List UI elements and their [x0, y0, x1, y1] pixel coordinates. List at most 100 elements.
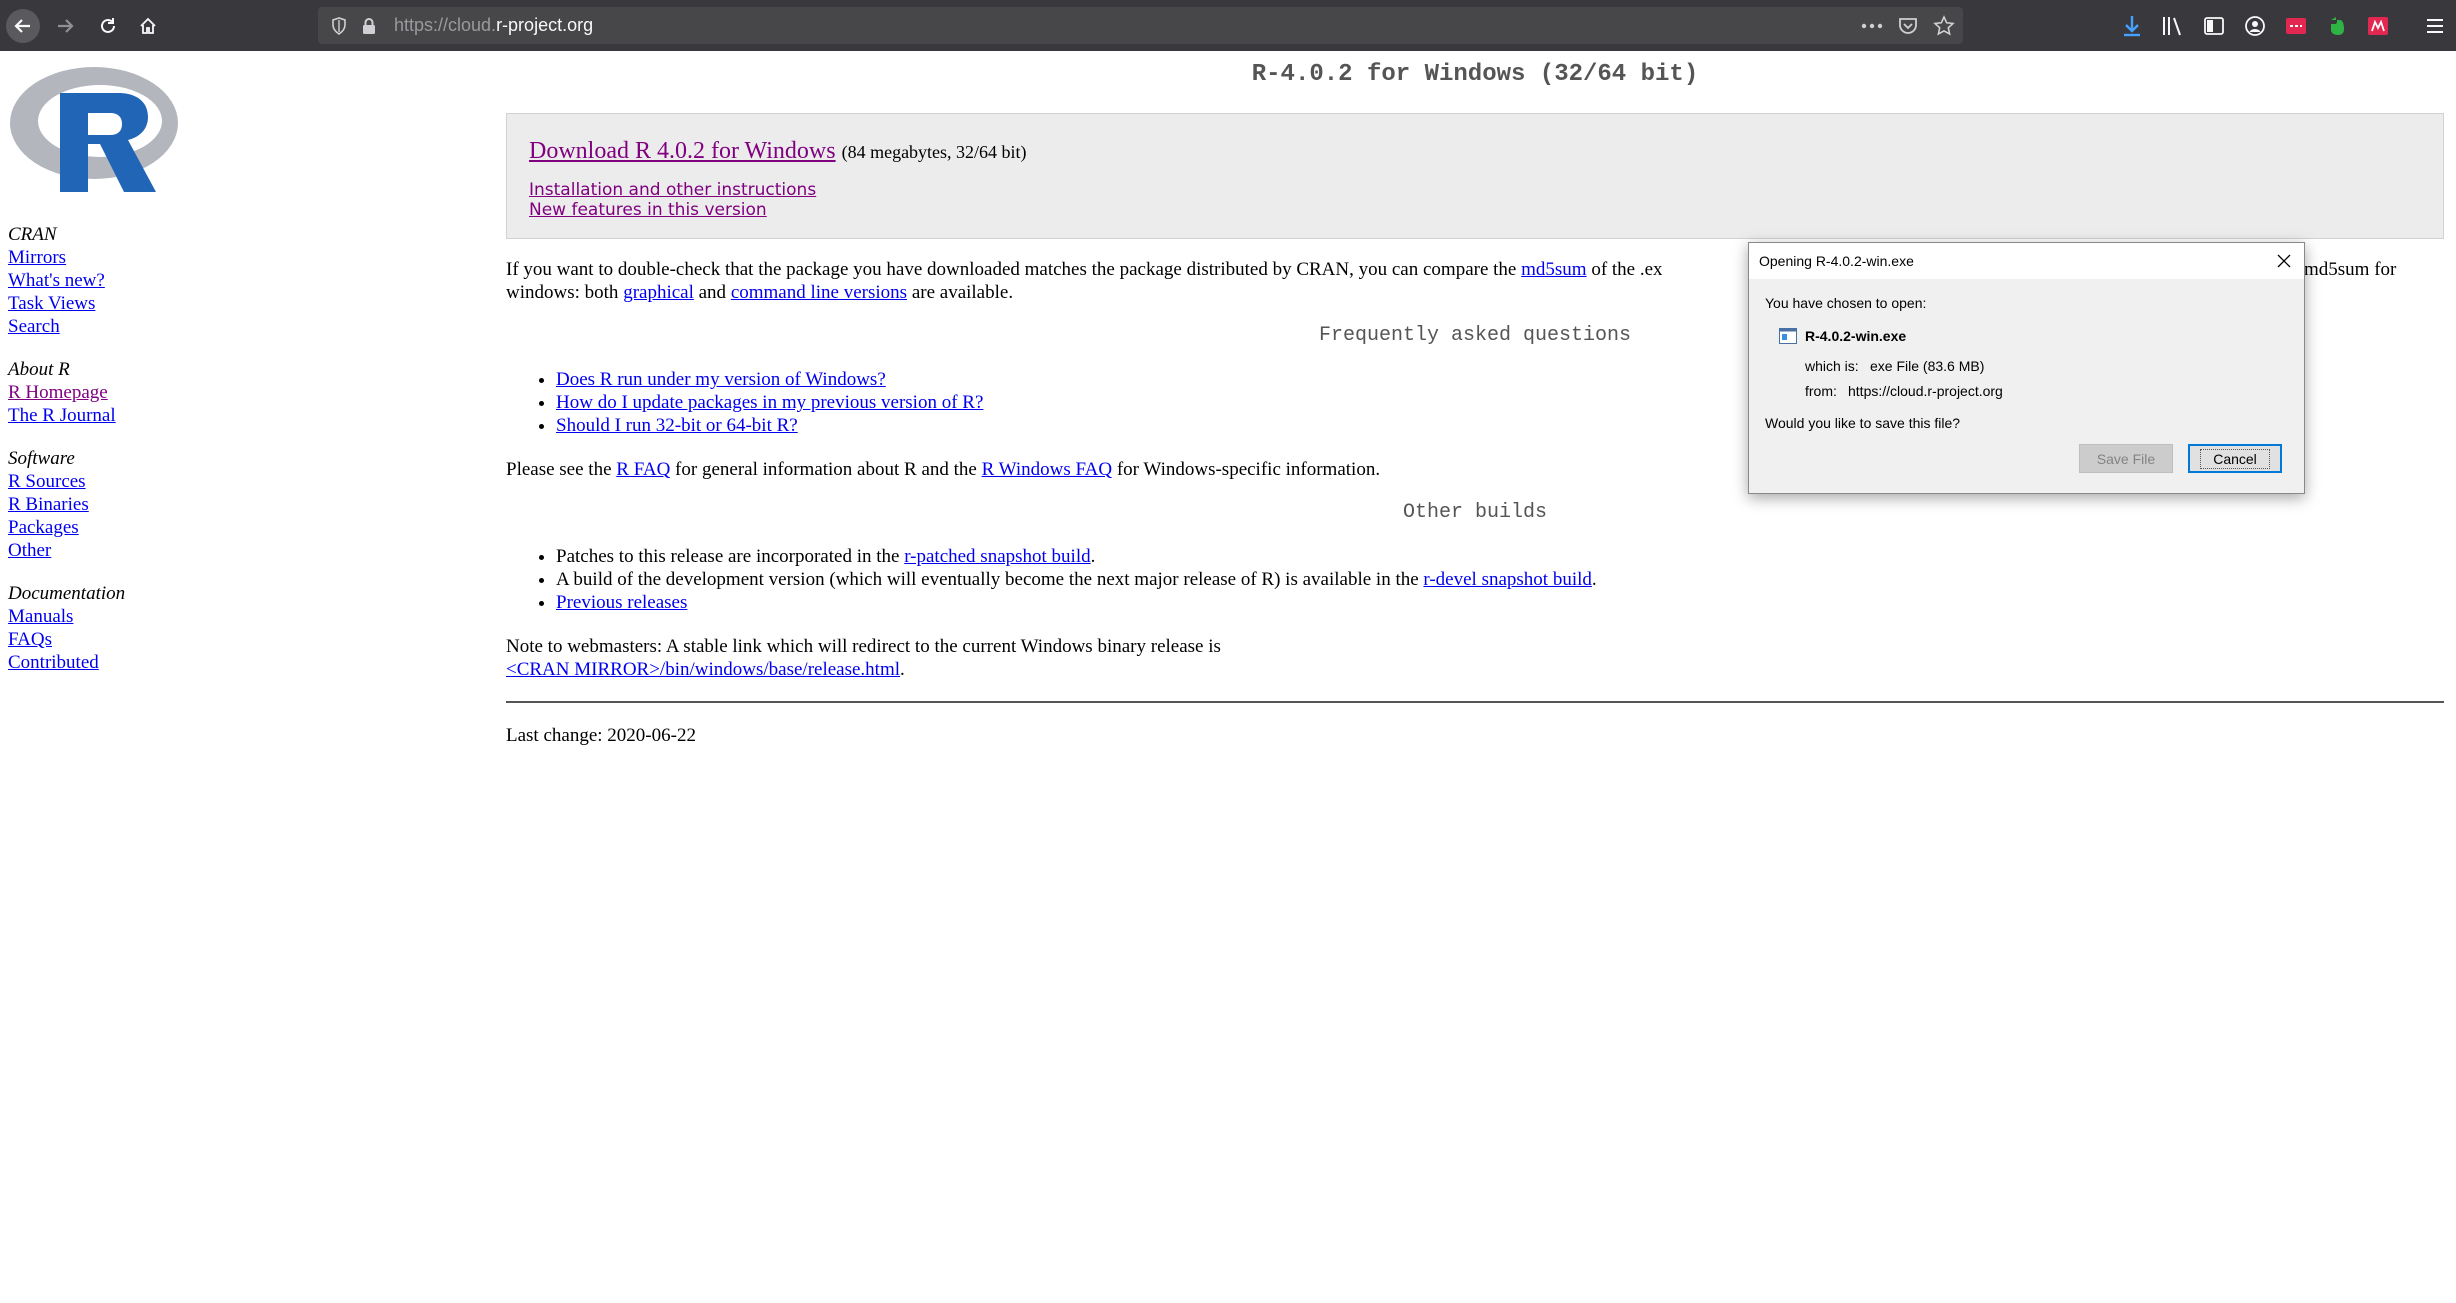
sidebar: CRAN Mirrors What's new? Task Views Sear… [8, 223, 308, 694]
patches-end: . [1090, 546, 1096, 567]
sidebar-link-manuals[interactable]: Manuals [8, 605, 308, 628]
md5-and-text: and [693, 282, 731, 303]
sidebar-link-r-homepage[interactable]: R Homepage [8, 381, 308, 404]
which-is-label: which is: [1805, 358, 1859, 374]
faq-para-text: Please see the [506, 459, 617, 480]
faq-para-text-2: for general information about R and the [670, 459, 982, 480]
sidebar-link-r-sources[interactable]: R Sources [8, 470, 308, 493]
md5-text-line2: windows: both [506, 282, 624, 303]
home-button[interactable] [132, 10, 164, 42]
install-instructions-link[interactable]: Installation and other instructions [529, 180, 816, 200]
page-title: R-4.0.2 for Windows (32/64 bit) [1251, 61, 1699, 88]
sidebar-link-packages[interactable]: Packages [8, 516, 308, 539]
sidebar-heading: CRAN [8, 224, 57, 245]
save-file-button[interactable]: Save File [2079, 444, 2173, 473]
r-devel-link[interactable]: r-devel snapshot build [1423, 569, 1591, 590]
chosen-label: You have chosen to open: [1765, 295, 1927, 311]
md5-text-right: md5sum for [2304, 259, 2397, 280]
md5-available-text: are available. [907, 282, 1014, 303]
dialog-filename: R-4.0.2-win.exe [1805, 328, 1907, 344]
sidebar-group-software: Software R Sources R Binaries Packages O… [8, 447, 308, 562]
reload-button[interactable] [92, 10, 124, 42]
graphical-link[interactable]: graphical [623, 282, 694, 303]
command-line-versions-link[interactable]: command line versions [731, 282, 907, 303]
mendeley-icon[interactable] [2365, 13, 2391, 39]
sidebar-link-other[interactable]: Other [8, 539, 308, 562]
md5-text: If you want to double-check that the pac… [506, 259, 1522, 280]
faq-link-update-packages[interactable]: How do I update packages in my previous … [556, 392, 983, 413]
download-link[interactable]: Download R 4.0.2 for Windows [529, 138, 836, 164]
previous-releases-link[interactable]: Previous releases [556, 592, 687, 613]
list-item: Patches to this release are incorporated… [556, 545, 1597, 568]
webmaster-end: . [900, 659, 905, 680]
last-change: Last change: 2020-06-22 [506, 725, 696, 746]
sidebar-link-r-binaries[interactable]: R Binaries [8, 493, 308, 516]
faq-para-text-3: for Windows-specific information. [1112, 459, 1381, 480]
web-page: CRAN Mirrors What's new? Task Views Sear… [0, 51, 2456, 1303]
r-patched-link[interactable]: r-patched snapshot build [904, 546, 1090, 567]
exe-file-icon [1779, 328, 1797, 344]
from-label: from: [1805, 383, 1837, 399]
webmaster-note: Note to webmasters: A stable link which … [506, 635, 2426, 681]
cancel-button-label: Cancel [2200, 448, 2270, 469]
library-icon[interactable] [2160, 13, 2186, 39]
menu-hamburger-icon[interactable] [2422, 13, 2448, 39]
list-item: Should I run 32-bit or 64-bit R? [556, 414, 983, 437]
extension-red-icon[interactable] [2283, 13, 2309, 39]
sidebar-link-r-journal[interactable]: The R Journal [8, 404, 308, 427]
account-icon[interactable] [2242, 13, 2268, 39]
list-item: How do I update packages in my previous … [556, 391, 983, 414]
download-box: Download R 4.0.2 for Windows (84 megabyt… [506, 113, 2444, 239]
reload-icon [101, 18, 115, 33]
pocket-icon[interactable] [1897, 15, 1919, 37]
sidebar-toggle-icon[interactable] [2201, 13, 2227, 39]
list-item: A build of the development version (whic… [556, 568, 1597, 591]
sidebar-link-search[interactable]: Search [8, 315, 308, 338]
url-bar[interactable]: https://cloud.r-project.org [318, 7, 1963, 44]
other-builds-list: Patches to this release are incorporated… [506, 545, 1597, 614]
sidebar-link-whats-new[interactable]: What's new? [8, 269, 308, 292]
page-actions-icon[interactable] [1861, 15, 1883, 37]
home-icon [140, 17, 156, 34]
evernote-icon[interactable] [2324, 13, 2350, 39]
forward-arrow-icon [58, 19, 74, 33]
sidebar-link-contributed[interactable]: Contributed [8, 651, 308, 674]
sidebar-link-mirrors[interactable]: Mirrors [8, 246, 308, 269]
dialog-titlebar[interactable]: Opening R-4.0.2-win.exe [1749, 243, 2304, 279]
sidebar-group-documentation: Documentation Manuals FAQs Contributed [8, 582, 308, 674]
forward-button[interactable] [49, 10, 81, 42]
which-is-value: exe File (83.6 MB) [1870, 358, 1985, 374]
cancel-button[interactable]: Cancel [2188, 444, 2282, 473]
release-link[interactable]: <CRAN MIRROR>/bin/windows/base/release.h… [506, 659, 900, 680]
back-button[interactable] [6, 9, 40, 43]
sidebar-heading: Software [8, 448, 75, 469]
divider [506, 701, 2444, 703]
r-windows-faq-link[interactable]: R Windows FAQ [982, 459, 1113, 480]
downloads-icon[interactable] [2119, 13, 2145, 39]
list-item: Does R run under my version of Windows? [556, 368, 983, 391]
lock-icon[interactable] [358, 15, 380, 37]
r-faq-link[interactable]: R FAQ [616, 459, 670, 480]
download-line: Download R 4.0.2 for Windows (84 megabyt… [529, 138, 1027, 165]
download-dialog: Opening R-4.0.2-win.exe You have chosen … [1748, 242, 2305, 494]
browser-toolbar: https://cloud.r-project.org [0, 0, 2456, 51]
tracking-shield-icon[interactable] [328, 15, 350, 37]
sidebar-link-task-views[interactable]: Task Views [8, 292, 308, 315]
list-item: Previous releases [556, 591, 1597, 614]
faq-link-32-64-bit[interactable]: Should I run 32-bit or 64-bit R? [556, 415, 798, 436]
bookmark-star-icon[interactable] [1933, 15, 1955, 37]
dialog-title: Opening R-4.0.2-win.exe [1759, 253, 1914, 269]
url-text[interactable]: https://cloud.r-project.org [394, 15, 593, 36]
patches-text: Patches to this release are incorporated… [556, 546, 905, 567]
md5-text-cont: of the .ex [1586, 259, 1663, 280]
download-size-note: (84 megabytes, 32/64 bit) [841, 142, 1027, 162]
new-features-link[interactable]: New features in this version [529, 200, 767, 220]
r-logo[interactable] [8, 63, 180, 199]
faq-list: Does R run under my version of Windows? … [506, 368, 983, 437]
dialog-close-button[interactable] [2270, 247, 2298, 275]
sidebar-link-faqs[interactable]: FAQs [8, 628, 308, 651]
md5sum-link[interactable]: md5sum [1521, 259, 1586, 280]
from-value: https://cloud.r-project.org [1848, 383, 2003, 399]
devel-text: A build of the development version (whic… [556, 569, 1424, 590]
faq-link-windows-version[interactable]: Does R run under my version of Windows? [556, 369, 886, 390]
